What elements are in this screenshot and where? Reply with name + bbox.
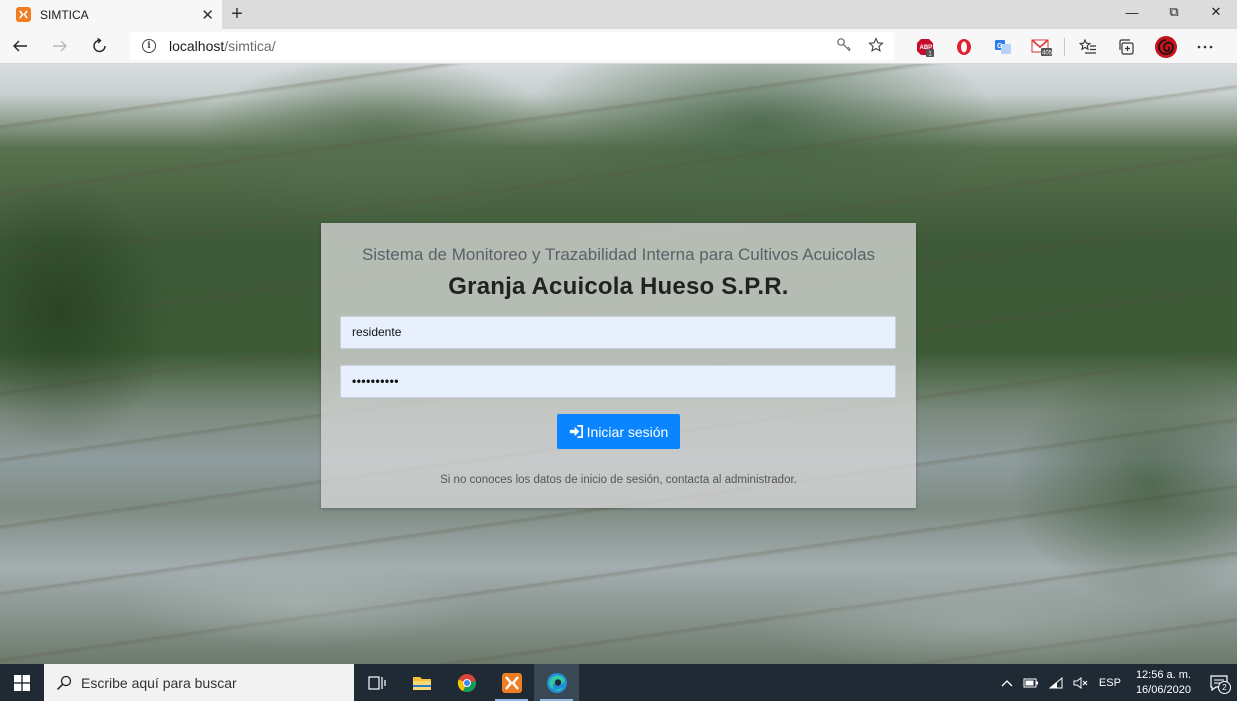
battery-button[interactable] [1018, 678, 1044, 688]
restore-button[interactable]: ⧉ [1153, 0, 1195, 24]
opera-extension-button[interactable] [944, 29, 983, 64]
gmail-icon: 405 [1030, 38, 1053, 56]
forward-button[interactable] [40, 29, 80, 64]
collections-icon [1118, 38, 1134, 55]
chevron-up-icon [1001, 679, 1013, 686]
browser-tab-simtica[interactable]: SIMTICA ✕ [0, 0, 222, 29]
favorite-star-icon[interactable] [868, 37, 884, 57]
minimize-button[interactable]: — [1111, 0, 1153, 24]
system-subtitle: Sistema de Monitoreo y Trazabilidad Inte… [361, 245, 876, 264]
notifications-button[interactable]: 2 [1201, 664, 1237, 701]
browser-toolbar: i localhost/simtica/ ABP 1 G 405 [0, 29, 1237, 64]
key-icon[interactable] [836, 37, 852, 57]
chrome-icon [457, 673, 476, 692]
chrome-button[interactable] [444, 664, 489, 701]
login-card: Sistema de Monitoreo y Trazabilidad Inte… [321, 223, 916, 508]
windows-logo-icon [14, 674, 30, 691]
refresh-button[interactable] [80, 29, 120, 64]
profile-avatar-icon [1154, 35, 1177, 58]
login-button-label: Iniciar sesión [586, 423, 669, 440]
site-info-icon[interactable]: i [142, 39, 156, 53]
sign-in-icon [569, 425, 583, 438]
company-title: Granja Acuicola Hueso S.P.R. [448, 273, 789, 300]
show-hidden-icons-button[interactable] [996, 679, 1018, 687]
page-background: Sistema de Monitoreo y Trazabilidad Inte… [0, 64, 1237, 664]
taskbar-search-box[interactable]: Escribe aquí para buscar [44, 664, 354, 701]
back-arrow-icon [13, 40, 27, 52]
address-bar-actions [836, 37, 884, 57]
back-button[interactable] [0, 29, 40, 64]
browser-titlebar: SIMTICA ✕ + — ⧉ ✕ [0, 0, 1237, 29]
xampp-button[interactable] [489, 664, 534, 701]
windows-taskbar: Escribe aquí para buscar ESP 12:56 a. m.… [0, 664, 1237, 701]
password-input[interactable]: •••••••••• [340, 365, 896, 398]
url-path: /simtica/ [224, 38, 276, 54]
adblock-extension-button[interactable]: ABP 1 [905, 29, 944, 64]
login-button[interactable]: Iniciar sesión [557, 414, 680, 449]
opera-icon [956, 38, 971, 55]
task-view-icon [367, 675, 386, 690]
task-view-button[interactable] [354, 664, 399, 701]
volume-muted-icon [1073, 676, 1088, 689]
address-bar[interactable]: i localhost/simtica/ [130, 32, 894, 60]
start-button[interactable] [0, 664, 44, 701]
favorites-list-icon [1078, 38, 1096, 54]
notification-count-badge: 2 [1218, 681, 1231, 694]
url-host: localhost [169, 38, 225, 54]
tab-title: SIMTICA [40, 7, 89, 22]
close-window-button[interactable]: ✕ [1195, 0, 1237, 24]
edge-icon [546, 672, 567, 693]
username-input[interactable]: residente [340, 316, 896, 349]
svg-text:G: G [997, 43, 1003, 50]
adblock-icon: ABP1 [916, 38, 934, 57]
folder-icon [412, 676, 431, 690]
translate-extension-button[interactable]: G [983, 29, 1022, 64]
edge-button[interactable] [534, 664, 579, 701]
volume-button[interactable] [1068, 676, 1094, 689]
new-tab-button[interactable]: + [222, 0, 252, 29]
refresh-icon [93, 37, 106, 53]
tab-close-icon[interactable]: ✕ [201, 6, 214, 24]
search-placeholder: Escribe aquí para buscar [81, 674, 237, 691]
clock[interactable]: 12:56 a. m. 16/06/2020 [1126, 668, 1201, 698]
login-help-text: Si no conoces los datos de inicio de ses… [440, 474, 797, 486]
window-controls: — ⧉ ✕ [1111, 0, 1237, 24]
profile-button[interactable] [1146, 29, 1185, 64]
wifi-icon [1048, 676, 1063, 688]
system-tray: ESP 12:56 a. m. 16/06/2020 2 [996, 664, 1237, 701]
network-button[interactable] [1044, 676, 1068, 689]
xampp-icon [501, 672, 522, 693]
collections-button[interactable] [1107, 29, 1146, 64]
search-icon [56, 675, 72, 690]
toolbar-separator [1064, 37, 1065, 56]
gmail-badge: 405 [1042, 50, 1053, 56]
favorites-button[interactable] [1068, 29, 1107, 64]
translate-icon: G [994, 39, 1011, 54]
forward-arrow-icon [53, 40, 67, 52]
more-options-icon [1197, 45, 1212, 48]
gmail-extension-button[interactable]: 405 [1022, 29, 1061, 64]
xampp-favicon-icon [16, 7, 31, 22]
settings-more-button[interactable] [1185, 29, 1224, 64]
clock-time: 12:56 a. m. [1135, 668, 1191, 681]
adblock-badge: 1 [928, 50, 932, 57]
extensions-area: ABP 1 G 405 [905, 29, 1224, 64]
battery-icon [1023, 678, 1038, 687]
clock-date: 16/06/2020 [1135, 683, 1191, 696]
file-explorer-button[interactable] [399, 664, 444, 701]
language-indicator[interactable]: ESP [1094, 677, 1126, 689]
